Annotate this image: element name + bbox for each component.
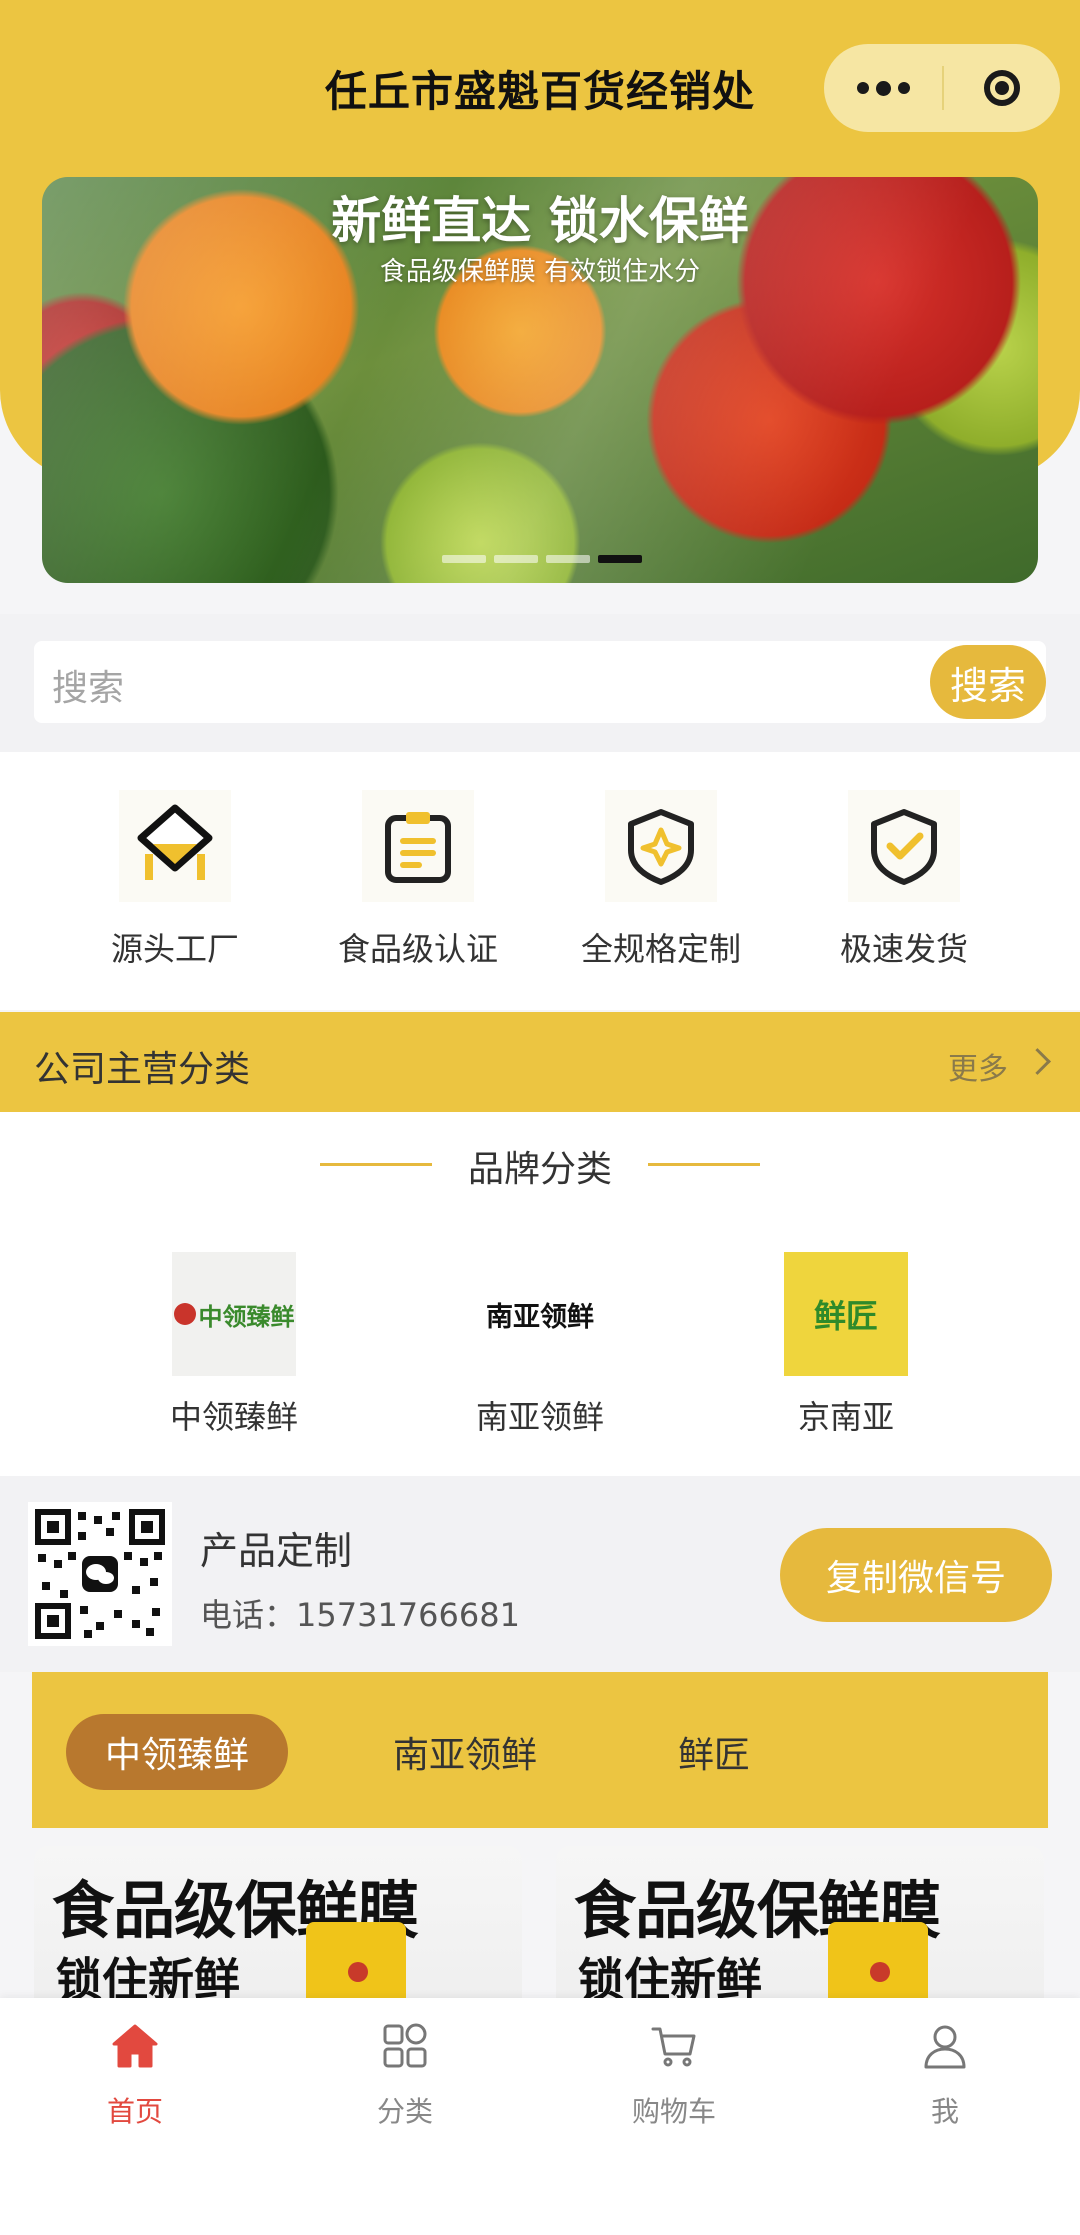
nav-cart[interactable]: 购物车	[594, 2018, 754, 2130]
tab-xianjiang[interactable]: 鲜匠	[640, 1714, 788, 1790]
more-dot-icon	[856, 82, 869, 94]
copy-wechat-button[interactable]: 复制微信号	[780, 1528, 1052, 1622]
nav-label: 购物车	[631, 2095, 716, 2128]
tab-nanya[interactable]: 南亚领鲜	[368, 1714, 562, 1790]
product-subline: 锁住新鲜	[56, 1953, 240, 2006]
more-menu-button[interactable]	[824, 44, 942, 132]
search-input[interactable]	[34, 641, 1046, 723]
carousel-dot[interactable]	[546, 555, 590, 563]
product-subline: 锁住新鲜	[578, 1953, 762, 2006]
cart-icon	[594, 2018, 754, 2074]
nav-label: 分类	[376, 2095, 433, 2128]
wechat-qr-code[interactable]	[28, 1502, 172, 1646]
contact-title: 产品定制	[200, 1529, 353, 1573]
brand-logo: 南亚领鲜	[478, 1252, 602, 1376]
brand-logo: 鲜匠	[784, 1252, 908, 1376]
brand-item-jingnanya[interactable]: 鲜匠 京南亚	[726, 1252, 966, 1438]
feature-label: 极速发货	[839, 930, 968, 968]
brand-name: 中领臻鲜	[169, 1398, 298, 1436]
banner-headline: 新鲜直达 锁水保鲜	[331, 192, 749, 250]
feature-custom-spec[interactable]: 全规格定制	[546, 790, 776, 970]
tab-zhongling[interactable]: 中领臻鲜	[66, 1714, 288, 1790]
brand-item-nanya[interactable]: 南亚领鲜 南亚领鲜	[420, 1252, 660, 1438]
nav-label: 首页	[106, 2095, 163, 2128]
section-title: 公司主营分类	[34, 1049, 251, 1090]
miniprogram-capsule	[824, 44, 1060, 132]
factory-icon	[119, 790, 231, 902]
close-miniprogram-button[interactable]	[944, 44, 1060, 132]
brand-name: 京南亚	[797, 1398, 894, 1436]
search-button[interactable]: 搜索	[930, 645, 1046, 719]
clipboard-icon	[362, 790, 474, 902]
nav-home[interactable]: 首页	[55, 2018, 215, 2130]
banner-carousel[interactable]: 新鲜直达 锁水保鲜 食品级保鲜膜 有效锁住水分	[42, 177, 1038, 583]
shield-star-icon	[605, 790, 717, 902]
brand-item-zhongling[interactable]: 中领臻鲜 中领臻鲜	[114, 1252, 354, 1438]
home-icon	[55, 2018, 215, 2074]
more-dot-icon	[897, 82, 910, 94]
user-icon	[865, 2018, 1025, 2074]
heading-line-right	[648, 1163, 760, 1166]
product-card[interactable]: 食品级保鲜膜 锁住新鲜	[34, 1846, 522, 2006]
carousel-dot-active[interactable]	[598, 555, 642, 563]
nav-profile[interactable]: 我	[865, 2018, 1025, 2130]
feature-label: 全规格定制	[580, 930, 741, 968]
banner-subline: 食品级保鲜膜 有效锁住水分	[379, 257, 701, 287]
feature-label: 食品级认证	[337, 930, 498, 968]
shield-check-icon	[848, 790, 960, 902]
brand-heading: 品牌分类	[467, 1149, 612, 1190]
feature-food-grade[interactable]: 食品级认证	[303, 790, 533, 970]
carousel-dot[interactable]	[442, 555, 486, 563]
more-dot-icon	[875, 80, 891, 96]
carousel-dot[interactable]	[494, 555, 538, 563]
nav-label: 我	[930, 2095, 959, 2128]
feature-source-factory[interactable]: 源头工厂	[60, 790, 290, 970]
carousel-indicators	[442, 555, 642, 563]
contact-phone[interactable]: 电话：15731766681	[200, 1590, 520, 1636]
product-can-image	[828, 1922, 928, 2006]
feature-fast-shipping[interactable]: 极速发货	[789, 790, 1019, 970]
nav-category[interactable]: 分类	[325, 2018, 485, 2130]
more-link[interactable]: 更多	[948, 1044, 1008, 1088]
brand-logo: 中领臻鲜	[172, 1252, 296, 1376]
product-card[interactable]: 食品级保鲜膜 锁住新鲜	[556, 1846, 1044, 2006]
product-can-image	[306, 1922, 406, 2006]
feature-label: 源头工厂	[110, 930, 239, 968]
category-icon	[325, 2018, 485, 2074]
target-icon	[984, 70, 1020, 106]
search-placeholder: 搜索	[52, 668, 125, 709]
brand-name: 南亚领鲜	[475, 1398, 604, 1436]
